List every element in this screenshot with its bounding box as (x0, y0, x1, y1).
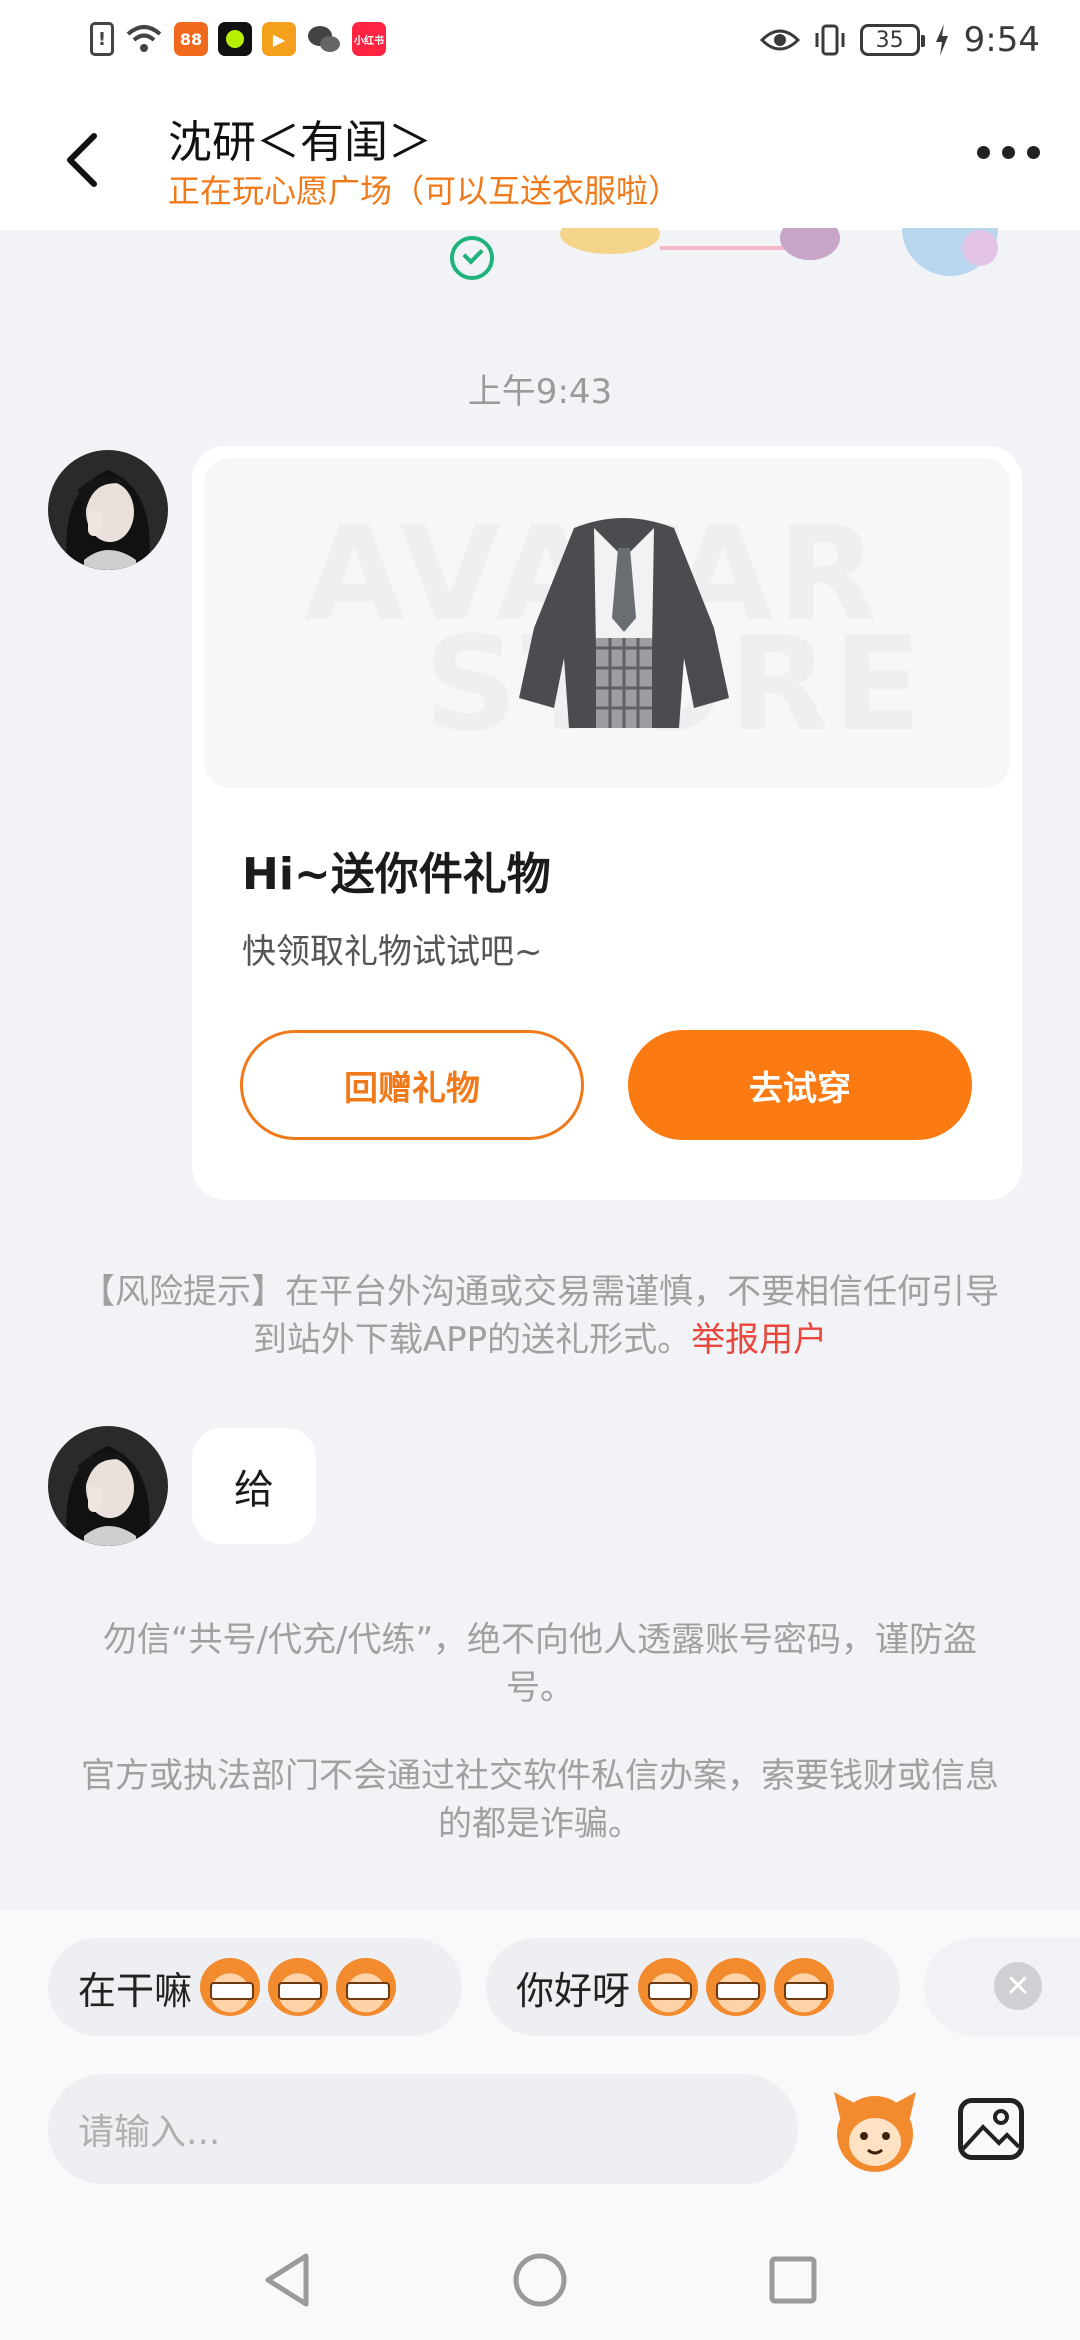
message-bubble[interactable]: 给 (192, 1428, 316, 1544)
gift-message-card[interactable]: AVATAR STORE Hi~送你件礼物 快领取礼物试试吧~ 回赠礼物 去试穿 (192, 446, 1022, 1200)
back-arrow-icon[interactable] (60, 130, 104, 190)
message-input-placeholder: 请输入... (78, 2112, 221, 2153)
close-quick-replies-icon[interactable]: ✕ (994, 1962, 1042, 2010)
app-icon-2 (218, 22, 252, 56)
contact-avatar[interactable] (48, 450, 168, 570)
quick-reply-label: 在干嘛 (78, 1968, 193, 2013)
risk-notice: 【风险提示】在平台外沟通或交易需谨慎，不要相信任何引导到站外下载APP的送礼形式… (80, 1268, 1000, 1364)
safety-notice-fraud: 官方或执法部门不会通过社交软件私信办案，索要钱财或信息的都是诈骗。 (81, 1756, 999, 1844)
chat-header: 沈研＜有闺＞ 正在玩心愿广场（可以互送衣服啦） (0, 86, 1080, 230)
vibrate-icon (815, 24, 845, 56)
contact-avatar[interactable] (48, 1426, 168, 1546)
wow-emoji-icon (774, 1958, 835, 2016)
grin-emoji-icon (268, 1958, 329, 2016)
battery-level: 35 (875, 27, 904, 53)
wechat-icon (308, 26, 340, 52)
wow-emoji-icon (706, 1958, 767, 2016)
clock: 9:54 (963, 20, 1040, 60)
more-options-icon[interactable] (977, 146, 1040, 159)
grin-emoji-icon (200, 1958, 261, 2016)
contact-status[interactable]: 正在玩心愿广场（可以互送衣服啦） (168, 166, 680, 212)
system-nav-bar (0, 2220, 1080, 2340)
app-icon-1: 88 (174, 22, 208, 56)
nav-back-icon[interactable] (262, 2252, 312, 2308)
quick-reply-label: 你好呀 (516, 1968, 631, 2013)
wifi-icon (126, 25, 162, 52)
grin-emoji-icon (336, 1958, 397, 2016)
eye-icon (759, 29, 800, 51)
battery-indicator: 35 (859, 24, 925, 56)
contact-name[interactable]: 沈研＜有闺＞ (168, 106, 432, 170)
safety-notice-account: 勿信“共号/代充/代练”，绝不向他人透露账号密码，谨防盗号。 (102, 1620, 978, 1708)
try-on-button[interactable]: 去试穿 (628, 1030, 972, 1140)
report-user-link[interactable]: 举报用户 (691, 1320, 827, 1360)
charging-icon (935, 24, 948, 56)
gift-title: Hi~送你件礼物 (242, 849, 551, 900)
previous-gift-strip (560, 228, 998, 276)
status-bar: ! 88 ▶ 小红书 35 9:54 (0, 0, 1080, 86)
image-picker-icon[interactable] (958, 2098, 1024, 2160)
system-status: 35 9:54 (759, 20, 1040, 60)
app-icon-3: ▶ (262, 22, 296, 56)
wow-emoji-icon (638, 1958, 699, 2016)
xiaohongshu-icon: 小红书 (352, 22, 386, 56)
nav-home-icon[interactable] (512, 2252, 568, 2308)
message-timestamp: 上午9:43 (467, 372, 613, 412)
risk-notice-text: 【风险提示】在平台外沟通或交易需谨慎，不要相信任何引导到站外下载APP的送礼形式… (81, 1272, 999, 1360)
notification-icons: ! 88 ▶ 小红书 (90, 22, 386, 56)
return-gift-button[interactable]: 回赠礼物 (240, 1030, 584, 1140)
alert-icon: ! (90, 22, 114, 56)
xhs-icon-label: 小红书 (354, 35, 384, 47)
gift-preview-image[interactable]: AVATAR STORE (204, 458, 1010, 788)
message-input[interactable]: 请输入... (48, 2074, 798, 2184)
quick-reply-chip[interactable]: 在干嘛 (48, 1938, 462, 2036)
nav-recents-icon[interactable] (768, 2255, 818, 2305)
outfit-image (519, 518, 729, 728)
gift-description: 快领取礼物试试吧~ (242, 932, 543, 972)
quick-reply-chip[interactable]: 你好呀 (486, 1938, 900, 2036)
emoji-mascot-icon[interactable] (830, 2088, 920, 2174)
